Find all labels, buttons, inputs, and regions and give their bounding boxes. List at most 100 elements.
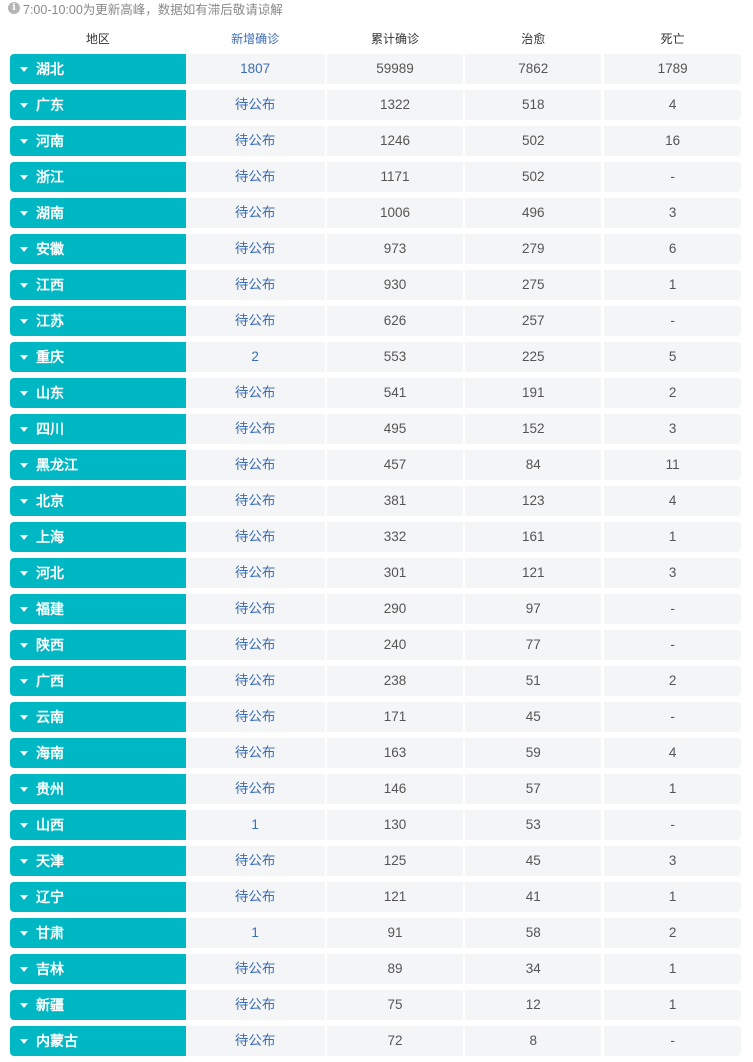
region-name: 北京 (36, 493, 64, 509)
caret-down-icon (20, 499, 28, 504)
cured-cell: 51 (465, 666, 602, 696)
new-confirmed-cell: 待公布 (185, 522, 325, 552)
total-confirmed-cell: 973 (326, 234, 464, 264)
table-row: 江西 待公布 930 275 1 (10, 270, 742, 300)
region-expand-toggle[interactable]: 湖北 (10, 54, 186, 84)
dead-cell: 3 (604, 198, 742, 228)
caret-down-icon (20, 931, 28, 936)
caret-down-icon (20, 535, 28, 540)
region-expand-toggle[interactable]: 江西 (10, 270, 186, 300)
new-confirmed-cell: 待公布 (185, 306, 325, 336)
region-name: 山西 (36, 817, 64, 833)
total-confirmed-cell: 72 (326, 1026, 464, 1056)
region-expand-toggle[interactable]: 内蒙古 (10, 1026, 186, 1056)
total-confirmed-cell: 130 (326, 810, 464, 840)
new-confirmed-cell: 待公布 (185, 270, 325, 300)
new-confirmed-cell: 待公布 (185, 378, 325, 408)
cured-cell: 77 (465, 630, 602, 660)
region-expand-toggle[interactable]: 陕西 (10, 630, 186, 660)
total-confirmed-cell: 332 (326, 522, 464, 552)
total-confirmed-cell: 163 (326, 738, 464, 768)
region-expand-toggle[interactable]: 重庆 (10, 342, 186, 372)
region-expand-toggle[interactable]: 山西 (10, 810, 186, 840)
region-name: 河南 (36, 133, 64, 149)
new-confirmed-cell: 待公布 (185, 558, 325, 588)
region-name: 云南 (36, 709, 64, 725)
cured-cell: 496 (465, 198, 602, 228)
region-expand-toggle[interactable]: 吉林 (10, 954, 186, 984)
new-confirmed-cell: 1807 (185, 54, 325, 84)
table-row: 湖南 待公布 1006 496 3 (10, 198, 742, 228)
cured-cell: 53 (465, 810, 602, 840)
dead-cell: - (604, 810, 742, 840)
dead-cell: 4 (604, 486, 742, 516)
total-confirmed-cell: 91 (326, 918, 464, 948)
region-name: 海南 (36, 745, 64, 761)
caret-down-icon (20, 283, 28, 288)
table-row: 陕西 待公布 240 77- (10, 630, 742, 660)
region-name: 吉林 (36, 961, 64, 977)
dead-cell: - (604, 306, 742, 336)
table-row: 河北 待公布 301 121 3 (10, 558, 742, 588)
region-expand-toggle[interactable]: 山东 (10, 378, 186, 408)
region-name: 贵州 (36, 781, 64, 797)
region-expand-toggle[interactable]: 辽宁 (10, 882, 186, 912)
region-expand-toggle[interactable]: 广西 (10, 666, 186, 696)
region-expand-toggle[interactable]: 海南 (10, 738, 186, 768)
region-expand-toggle[interactable]: 北京 (10, 486, 186, 516)
region-expand-toggle[interactable]: 新疆 (10, 990, 186, 1020)
cured-cell: 84 (465, 450, 602, 480)
region-expand-toggle[interactable]: 浙江 (10, 162, 186, 192)
region-expand-toggle[interactable]: 河南 (10, 126, 186, 156)
total-confirmed-cell: 541 (326, 378, 464, 408)
region-name: 湖南 (36, 205, 64, 221)
total-confirmed-cell: 121 (326, 882, 464, 912)
region-expand-toggle[interactable]: 贵州 (10, 774, 186, 804)
cured-cell: 161 (465, 522, 602, 552)
caret-down-icon (20, 211, 28, 216)
header-new-confirmed: 新增确诊 (231, 31, 280, 46)
total-confirmed-cell: 381 (326, 486, 464, 516)
caret-down-icon (20, 787, 28, 792)
region-expand-toggle[interactable]: 上海 (10, 522, 186, 552)
total-confirmed-cell: 1246 (326, 126, 464, 156)
caret-down-icon (20, 355, 28, 360)
caret-down-icon (20, 859, 28, 864)
dead-cell: 2 (604, 666, 742, 696)
region-name: 黑龙江 (36, 457, 78, 473)
new-confirmed-cell: 待公布 (185, 774, 325, 804)
dead-cell: 11 (604, 450, 742, 480)
cured-cell: 34 (465, 954, 602, 984)
caret-down-icon (20, 1039, 28, 1044)
region-expand-toggle[interactable]: 河北 (10, 558, 186, 588)
region-expand-toggle[interactable]: 云南 (10, 702, 186, 732)
region-expand-toggle[interactable]: 天津 (10, 846, 186, 876)
region-name: 江苏 (36, 313, 64, 329)
dead-cell: 2 (604, 918, 742, 948)
new-confirmed-cell: 待公布 (185, 990, 325, 1020)
region-expand-toggle[interactable]: 四川 (10, 414, 186, 444)
region-expand-toggle[interactable]: 黑龙江 (10, 450, 186, 480)
region-expand-toggle[interactable]: 安徽 (10, 234, 186, 264)
caret-down-icon (20, 139, 28, 144)
region-expand-toggle[interactable]: 福建 (10, 594, 186, 624)
caret-down-icon (20, 607, 28, 612)
total-confirmed-cell: 1171 (326, 162, 464, 192)
table-body: 湖北 1807 59989 7862 1789 广东 待公布 1322 518 4 河南 待公布 124… (10, 54, 742, 1056)
caret-down-icon (20, 715, 28, 720)
region-expand-toggle[interactable]: 湖南 (10, 198, 186, 228)
caret-down-icon (20, 67, 28, 72)
cured-cell: 257 (465, 306, 602, 336)
caret-down-icon (20, 103, 28, 108)
new-confirmed-cell: 待公布 (185, 1026, 325, 1056)
region-expand-toggle[interactable]: 广东 (10, 90, 186, 120)
new-confirmed-cell: 待公布 (185, 702, 325, 732)
region-expand-toggle[interactable]: 江苏 (10, 306, 186, 336)
region-expand-toggle[interactable]: 甘肃 (10, 918, 186, 948)
cured-cell: 45 (465, 846, 602, 876)
cured-cell: 121 (465, 558, 602, 588)
new-confirmed-cell: 待公布 (185, 414, 325, 444)
dead-cell: 2 (604, 378, 742, 408)
cured-cell: 7862 (465, 54, 602, 84)
table-row: 安徽 待公布 973 279 6 (10, 234, 742, 264)
